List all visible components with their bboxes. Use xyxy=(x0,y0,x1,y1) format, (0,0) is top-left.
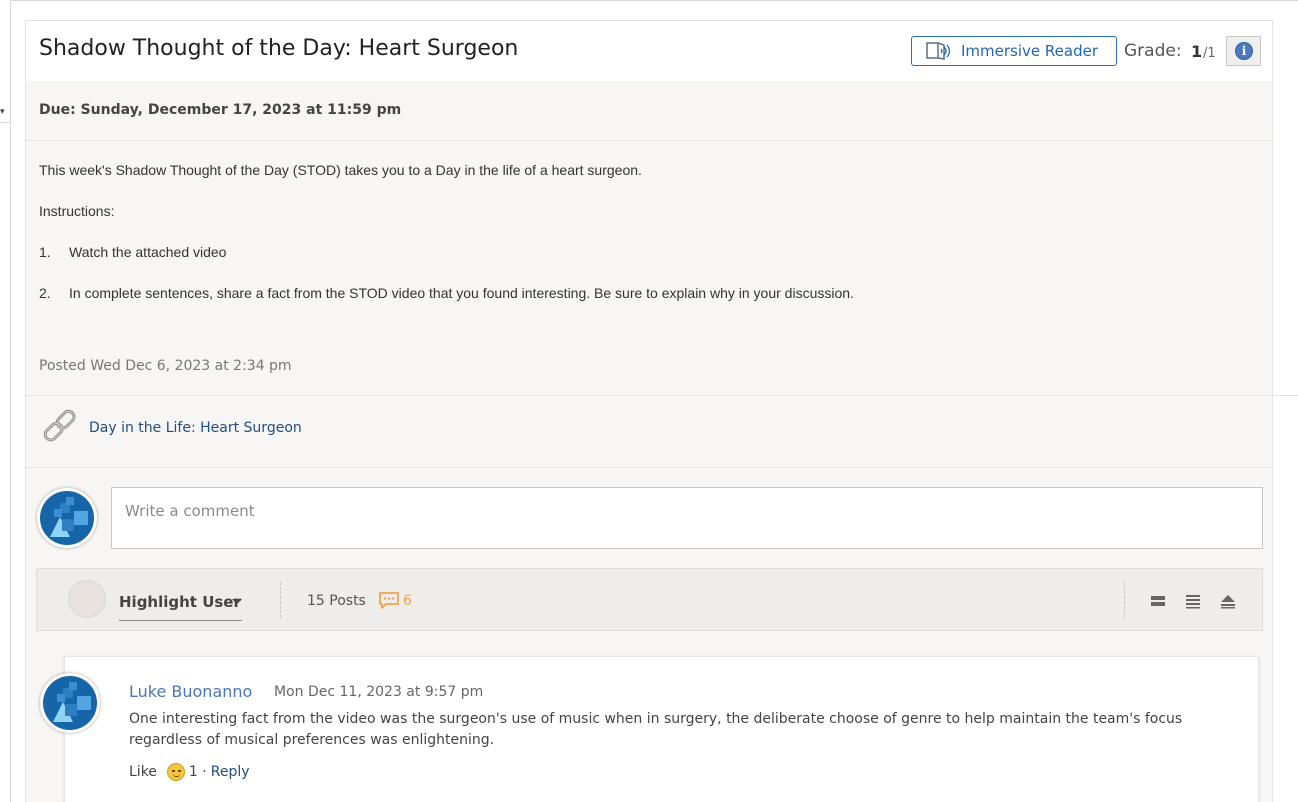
info-button[interactable]: i xyxy=(1226,36,1261,66)
step-text: Watch the attached video xyxy=(69,244,227,260)
link-chain-icon xyxy=(43,409,76,442)
dropdown-underline xyxy=(119,620,242,621)
grade-max: /1 xyxy=(1203,46,1216,61)
expanded-view-icon[interactable] xyxy=(1185,593,1201,609)
posts-count: 15 Posts xyxy=(307,593,366,609)
post-date: Mon Dec 11, 2023 at 9:57 pm xyxy=(274,684,484,700)
unread-comment-icon[interactable] xyxy=(378,591,400,609)
step-number: 1. xyxy=(39,244,51,260)
divider xyxy=(26,395,1272,396)
separator xyxy=(1124,582,1125,618)
collapsed-view-icon[interactable] xyxy=(1150,593,1166,609)
top-border xyxy=(10,0,1298,2)
info-icon: i xyxy=(1235,42,1253,60)
post-author[interactable]: Luke Buonanno xyxy=(129,682,252,701)
grade-label: Grade: xyxy=(1124,41,1182,61)
like-count: 1 · xyxy=(188,764,207,780)
highlight-user-avatar xyxy=(68,580,106,618)
page-title: Shadow Thought of the Day: Heart Surgeon xyxy=(39,36,519,61)
collapse-all-icon[interactable] xyxy=(1220,593,1236,609)
discussion-post: Luke Buonanno Mon Dec 11, 2023 at 9:57 p… xyxy=(64,656,1259,802)
assignment-card: Shadow Thought of the Day: Heart Surgeon… xyxy=(25,20,1273,802)
immersive-reader-button[interactable]: Immersive Reader xyxy=(911,36,1117,66)
discussion-toolbar: Highlight User 15 Posts 6 xyxy=(36,568,1263,631)
highlight-user-dropdown[interactable]: Highlight User xyxy=(119,593,241,611)
outside-divider xyxy=(1273,395,1298,396)
avatar xyxy=(40,673,100,733)
left-rail: ▾ xyxy=(0,0,11,802)
reply-button[interactable]: Reply xyxy=(211,764,250,780)
instructions-label: Instructions: xyxy=(39,203,115,219)
assignment-header: Shadow Thought of the Day: Heart Surgeon… xyxy=(26,21,1272,81)
immersive-reader-label: Immersive Reader xyxy=(961,42,1098,60)
avatar xyxy=(37,488,97,548)
grade-value: 1 xyxy=(1191,42,1203,61)
assignment-intro: This week's Shadow Thought of the Day (S… xyxy=(39,162,642,178)
comment-input[interactable]: Write a comment xyxy=(111,487,1263,549)
avatar-image xyxy=(40,491,94,545)
step-text: In complete sentences, share a fact from… xyxy=(69,285,854,301)
posted-date: Posted Wed Dec 6, 2023 at 2:34 pm xyxy=(39,358,292,374)
smile-emoji-icon xyxy=(166,763,185,781)
avatar-image xyxy=(43,676,97,730)
unread-count[interactable]: 6 xyxy=(403,593,412,609)
rail-caret-icon[interactable]: ▾ xyxy=(0,107,5,116)
separator xyxy=(280,582,281,618)
chevron-down-icon[interactable] xyxy=(232,599,242,604)
post-body: One interesting fact from the video was … xyxy=(129,711,1183,748)
like-button[interactable]: Like xyxy=(129,764,157,780)
immersive-reader-icon xyxy=(926,42,950,60)
divider xyxy=(26,467,1272,468)
attachment-link[interactable]: Day in the Life: Heart Surgeon xyxy=(89,420,302,436)
step-number: 2. xyxy=(39,285,51,301)
due-date: Due: Sunday, December 17, 2023 at 11:59 … xyxy=(39,102,402,118)
divider xyxy=(26,140,1272,141)
rail-divider xyxy=(0,122,11,123)
post-actions: Like 1 · Reply xyxy=(129,763,250,781)
comment-placeholder: Write a comment xyxy=(125,502,255,520)
